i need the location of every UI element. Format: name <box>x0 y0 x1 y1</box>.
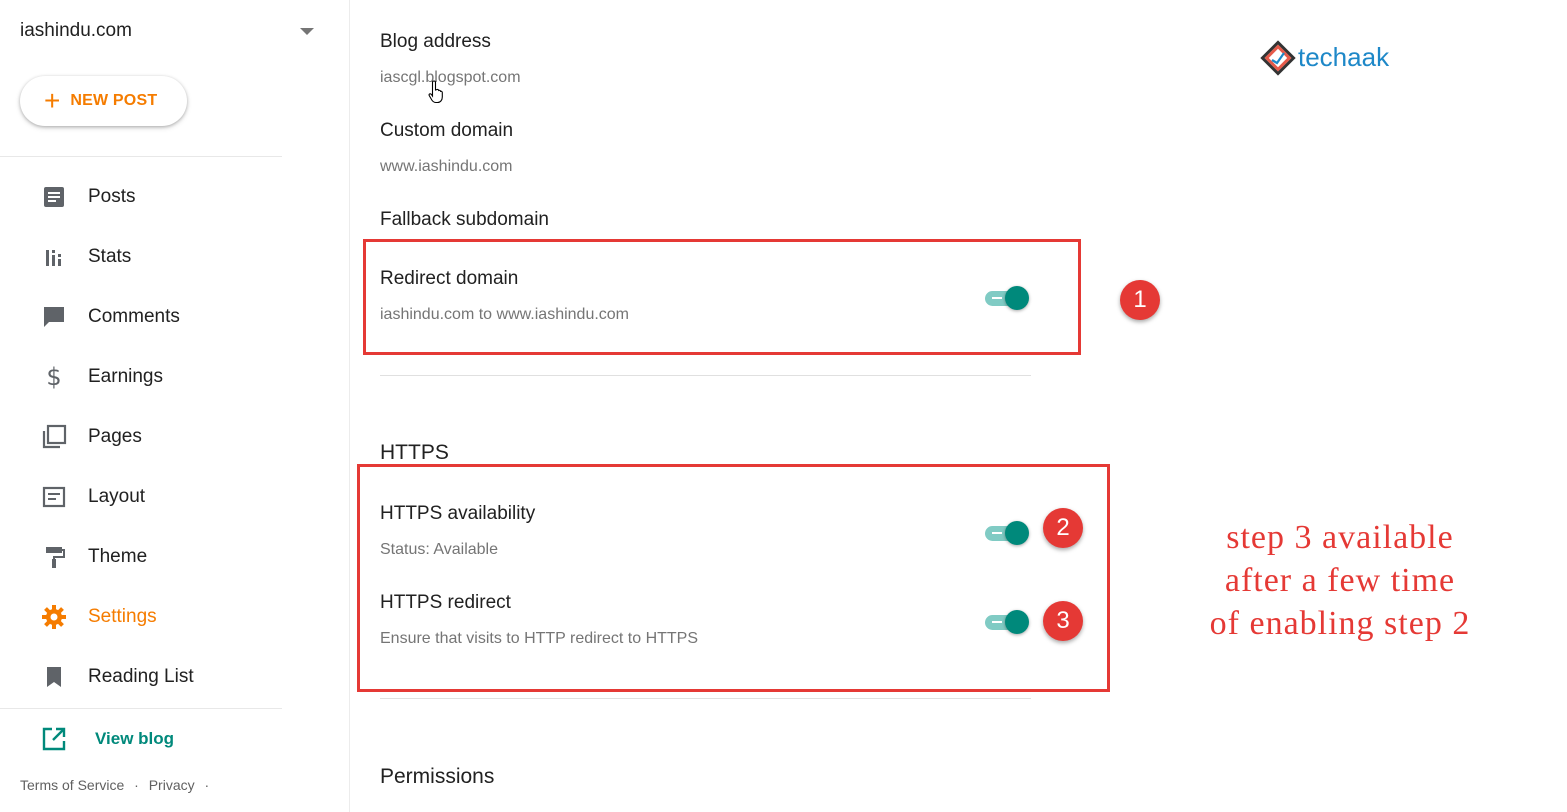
step-badge-2: 2 <box>1043 508 1083 548</box>
sidebar-item-label: Layout <box>88 486 146 507</box>
sidebar-item-settings[interactable]: Settings <box>0 592 330 642</box>
dollar-icon: $ <box>46 363 62 391</box>
caret-down-icon[interactable] <box>300 28 314 35</box>
view-blog-link[interactable]: View blog <box>0 714 330 764</box>
step-badge-3: 3 <box>1043 601 1083 641</box>
layout-icon <box>40 483 68 511</box>
sidebar-item-label: Pages <box>88 426 142 447</box>
sidebar-item-label: Theme <box>88 546 148 567</box>
permissions-heading: Permissions <box>380 765 495 788</box>
step-badge-1: 1 <box>1120 280 1160 320</box>
custom-domain-label: Custom domain <box>380 120 514 141</box>
footer-separator: · <box>134 777 139 793</box>
blog-selector[interactable]: iashindu.com <box>20 20 132 42</box>
hand-cursor-icon <box>428 80 446 109</box>
new-post-label: NEW POST <box>70 92 158 109</box>
comments-icon <box>40 303 68 331</box>
sidebar-divider <box>0 708 282 709</box>
annotation-note: step 3 available after a few time of ena… <box>1160 516 1520 645</box>
sidebar-item-label: Posts <box>88 186 136 207</box>
sidebar-item-label: Settings <box>88 606 157 627</box>
sidebar-item-comments[interactable]: Comments <box>0 292 330 342</box>
sidebar-item-pages[interactable]: Pages <box>0 412 330 462</box>
sidebar-divider <box>0 156 282 157</box>
sidebar-item-theme[interactable]: Theme <box>0 532 330 582</box>
pages-icon <box>40 423 68 451</box>
sidebar-item-label: Stats <box>88 246 132 267</box>
sidebar-item-reading-list[interactable]: Reading List <box>0 652 330 702</box>
paint-roller-icon <box>40 543 68 571</box>
new-post-button[interactable]: + NEW POST <box>20 76 187 126</box>
posts-icon <box>40 183 68 211</box>
terms-of-service-link[interactable]: Terms of Service <box>20 777 124 793</box>
section-divider <box>380 375 1031 376</box>
sidebar-item-stats[interactable]: Stats <box>0 232 330 282</box>
sidebar-item-label: Earnings <box>88 366 163 387</box>
blog-address-label: Blog address <box>380 31 491 52</box>
footer-links: Terms of Service · Privacy · <box>20 777 215 793</box>
sidebar-item-layout[interactable]: Layout <box>0 472 330 522</box>
external-link-icon <box>40 725 68 753</box>
section-divider <box>380 698 1031 699</box>
footer-separator: · <box>204 777 210 793</box>
plus-icon: + <box>44 85 61 116</box>
techaak-logo-text: techaak <box>1298 41 1390 72</box>
annotation-box-redirect <box>363 239 1081 355</box>
bookmark-icon <box>40 663 68 691</box>
blog-address-value[interactable]: iascgl.blogspot.com <box>380 69 521 87</box>
techaak-logo-mark-icon <box>1260 40 1296 76</box>
https-heading: HTTPS <box>380 441 449 464</box>
annotation-box-https <box>357 464 1110 692</box>
sidebar: iashindu.com + NEW POST Posts Stats Comm… <box>0 0 350 812</box>
annotation-note-line: step 3 available <box>1226 519 1454 556</box>
techaak-logo: techaak <box>1260 40 1390 76</box>
sidebar-item-label: Comments <box>88 306 180 327</box>
gear-icon <box>40 603 68 631</box>
custom-domain-value[interactable]: www.iashindu.com <box>380 158 513 176</box>
annotation-note-line: after a few time <box>1224 562 1456 599</box>
annotation-note-line: of enabling step 2 <box>1209 605 1471 642</box>
sidebar-item-posts[interactable]: Posts <box>0 172 330 222</box>
privacy-link[interactable]: Privacy <box>149 777 195 793</box>
sidebar-item-earnings[interactable]: $ Earnings <box>0 352 330 402</box>
sidebar-item-label: Reading List <box>88 666 194 687</box>
stats-icon <box>40 243 68 271</box>
fallback-subdomain-label[interactable]: Fallback subdomain <box>380 209 549 231</box>
view-blog-label: View blog <box>95 729 175 748</box>
